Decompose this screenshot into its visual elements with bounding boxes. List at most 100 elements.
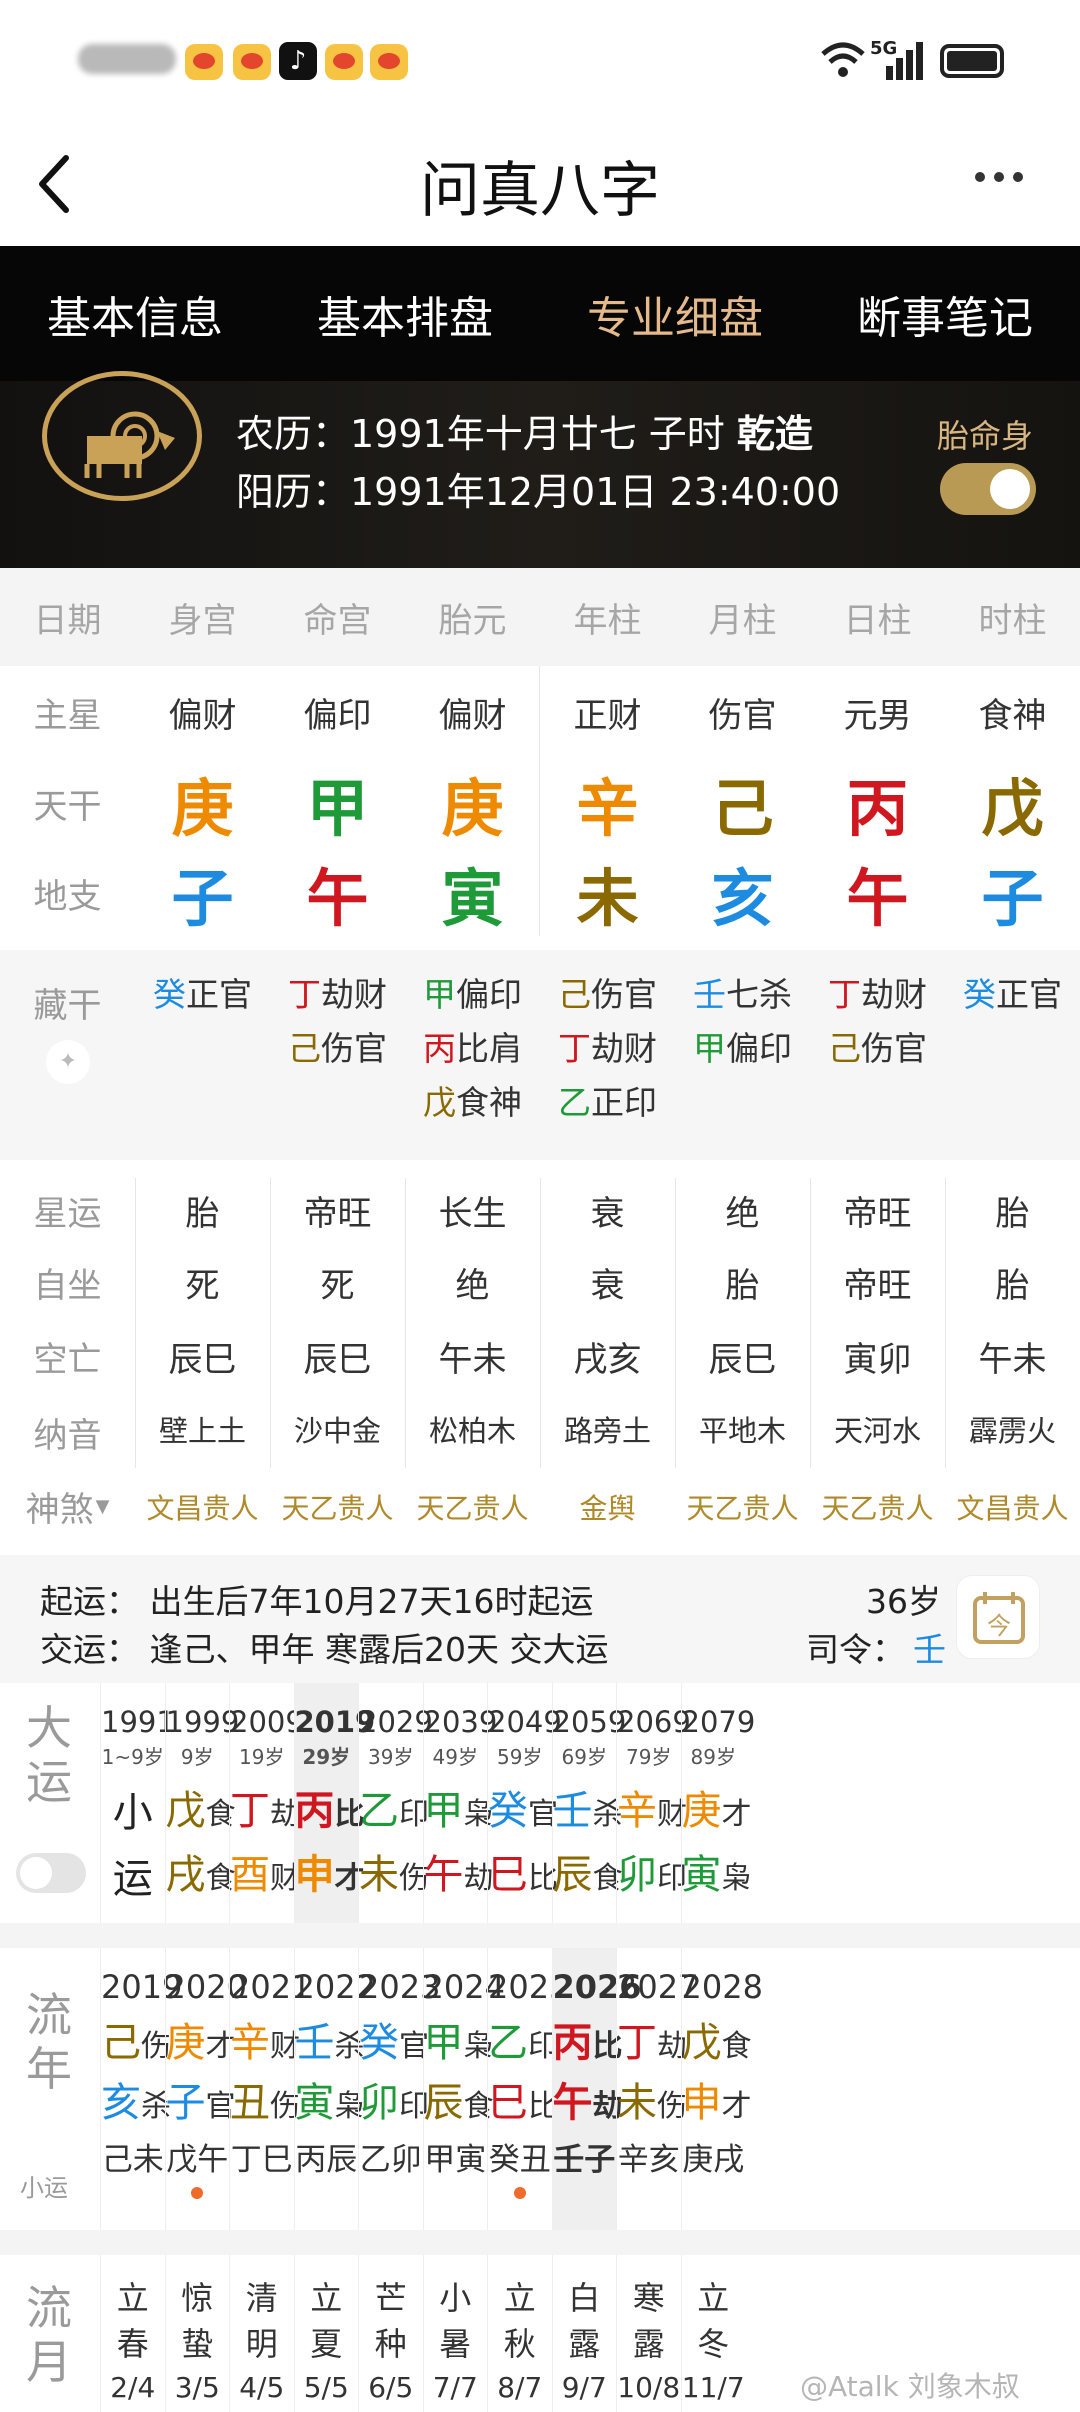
shensha-cell[interactable]: 天乙贵人 [810,1487,945,1527]
zizuo-cell: 衰 [590,1266,625,1306]
shensha-cell[interactable]: 天乙贵人 [405,1487,540,1527]
dizhi-cell: 亥 [711,862,774,935]
liunian-stem-char: 丙 [552,2020,593,2066]
kongwang-cell: 辰巳 [708,1340,777,1380]
solar-term: 芒种 [374,2279,407,2363]
tab-basic-chart[interactable]: 基本排盘 [270,246,540,381]
zhuxing-cell: 偏财 [438,696,507,736]
liuyue-col[interactable]: 立秋 8/7 丙 [487,2255,552,2412]
tab-notes[interactable]: 断事笔记 [810,246,1080,381]
liunian-col[interactable]: 2027 丁劫 未伤 辛亥 [616,1948,698,2230]
dayun-stem: 乙印 [359,1778,429,1836]
nayin-cell: 松柏木 [428,1414,516,1448]
dayun-age: 19岁 [239,1745,285,1769]
liuyue-col[interactable]: 白露 9/7 丁 [551,2255,617,2412]
xiaoyun-value: 丙辰 [295,2142,358,2178]
more-dots-icon[interactable] [975,172,1025,184]
liunian-col[interactable]: 2028 戊食 申才 庚戌 [680,1948,763,2230]
liuyue-col[interactable]: 小暑 7/7 乙 [422,2255,488,2412]
dayun-col[interactable]: 2009 19岁 丁劫 酉财 [229,1683,304,1923]
liunian-branch-char: 卯 [359,2080,399,2126]
liuyue-col[interactable]: 寒露 10/8 戊 [616,2255,681,2412]
dayun-label: 大运 [26,1701,72,1809]
tab-basic-info[interactable]: 基本信息 [0,246,270,381]
liuyue-col[interactable]: 芒种 6/5 甲 [358,2255,423,2412]
liunian-stem-char: 辛 [230,2020,270,2066]
tiangan-cell: 辛 [576,772,639,845]
xingyun-cell: 帝旺 [303,1194,372,1234]
liuyue-col[interactable]: 立夏 5/5 癸 [293,2255,359,2412]
shensha-cell[interactable]: 文昌贵人 [135,1487,270,1527]
dizhi-cell: 未 [576,862,639,935]
liunian-branch-char: 亥 [101,2080,141,2126]
shensha-cell[interactable]: 天乙贵人 [270,1487,405,1527]
canggan-stem: 戊 [423,1083,456,1122]
dayun-stem: 丁劫 [230,1778,300,1836]
dayun-col[interactable]: 2029 39岁 乙印 未伤 [358,1683,433,1923]
dayun-col[interactable]: 1991 1~9岁小运 [100,1683,175,1923]
dayun-branch: 未伤 [359,1842,429,1900]
liunian-branch-char: 子 [165,2080,206,2126]
pin-icon[interactable]: ✦ [46,1040,90,1084]
dayun-branch: 午劫 [424,1842,494,1900]
dizhi-cell: 子 [981,862,1044,935]
wifi-icon [821,42,865,77]
dayun-col[interactable]: 2039 49岁 甲枭 午劫 [422,1683,497,1923]
liunian-stem: 甲枭 [424,2010,494,2068]
liuyue-col[interactable]: 立冬 11/7 己 [680,2255,746,2412]
dayun-branch: 巳比 [488,1842,558,1900]
liunian-col[interactable]: 2021 辛财 丑伤 丁巳 [229,1948,312,2230]
svg-text:今: 今 [987,1612,1011,1640]
shensha-cell[interactable]: 天乙贵人 [675,1487,810,1527]
gender-label: 乾造 [736,412,813,456]
zizuo-cell: 死 [185,1266,220,1306]
canggan-god: 偏印 [726,1029,792,1068]
liunian-branch: 丑伤 [230,2070,300,2128]
dayun-col[interactable]: 2049 59岁 癸官 巳比 [487,1683,562,1923]
zhuxing-cell: 偏财 [168,696,237,736]
calendar-icon: 今 [973,1592,1025,1644]
dayun-branch: 卯印 [617,1842,687,1900]
dayun-col[interactable]: 2069 79岁 辛财 卯印 [616,1683,691,1923]
liunian-col[interactable]: 2025 乙印 巳比 癸丑 [487,1948,569,2230]
liunian-year: 2021 [230,1968,312,2006]
xiaoyun-value: 己未 [101,2142,164,2178]
battery-icon [940,44,1004,78]
liunian-col[interactable]: 2026 丙比 午劫 壬子 [551,1948,642,2230]
liuyue-col[interactable]: 立春 2/4 庚 [100,2255,165,2412]
liuyue-stem: 壬 [230,2408,294,2412]
liuyue-col[interactable]: 惊蛰 3/5 辛 [164,2255,230,2412]
liunian-branch: 申才 [682,2070,752,2128]
liunian-branch-char: 午 [552,2080,593,2126]
dayun-stem-char: 乙 [359,1788,399,1834]
shensha-cell[interactable]: 金舆 [540,1487,675,1527]
liunian-branch: 巳比 [488,2070,558,2128]
zizuo-cell: 胎 [725,1266,760,1306]
taimingshen-toggle[interactable] [940,463,1036,515]
shensha-dropdown[interactable]: 神煞 ▼ [0,1482,135,1531]
shensha-cell[interactable]: 文昌贵人 [945,1487,1080,1527]
liunian-col[interactable]: 2024 甲枭 辰食 甲寅 [422,1948,505,2230]
liunian-branch-char: 丑 [230,2080,270,2126]
dayun-branch-char: 申 [294,1852,335,1898]
liunian-col[interactable]: 2019 己伤 亥杀 己未 [100,1948,182,2230]
kongwang-cell: 戌亥 [573,1340,642,1380]
tab-pro-chart[interactable]: 专业细盘 [540,246,810,381]
dayun-col[interactable]: 1999 9岁 戊食 戌食 [164,1683,239,1923]
liunian-col[interactable]: 2023 癸官 卯印 乙卯 [358,1948,440,2230]
dayun-col[interactable]: 2019 29岁 丙比 申才 [293,1683,375,1923]
liunian-col[interactable]: 2022 壬杀 寅枭 丙辰 [293,1948,376,2230]
liuyue-col[interactable]: 清明 4/5 壬 [229,2255,294,2412]
dayun-col[interactable]: 2059 69岁 壬杀 辰食 [551,1683,626,1923]
dayun-toggle[interactable] [16,1853,86,1893]
calendar-button[interactable]: 今 [956,1575,1040,1659]
liunian-col[interactable]: 2020 庚才 子官 戊午 [164,1948,247,2230]
canggan-stem: 己 [828,1029,861,1068]
liuyue-stem: 乙 [424,2408,488,2412]
row-label: 天干 [33,786,102,827]
solar-term: 寒露 [632,2279,665,2363]
dayun-col[interactable]: 2079 89岁 庚才 寅枭 [680,1683,755,1923]
zhuxing-cell: 偏印 [303,696,372,736]
dayun-stem-char: 壬 [552,1788,593,1834]
dayun-year: 2069 [617,1705,691,1739]
